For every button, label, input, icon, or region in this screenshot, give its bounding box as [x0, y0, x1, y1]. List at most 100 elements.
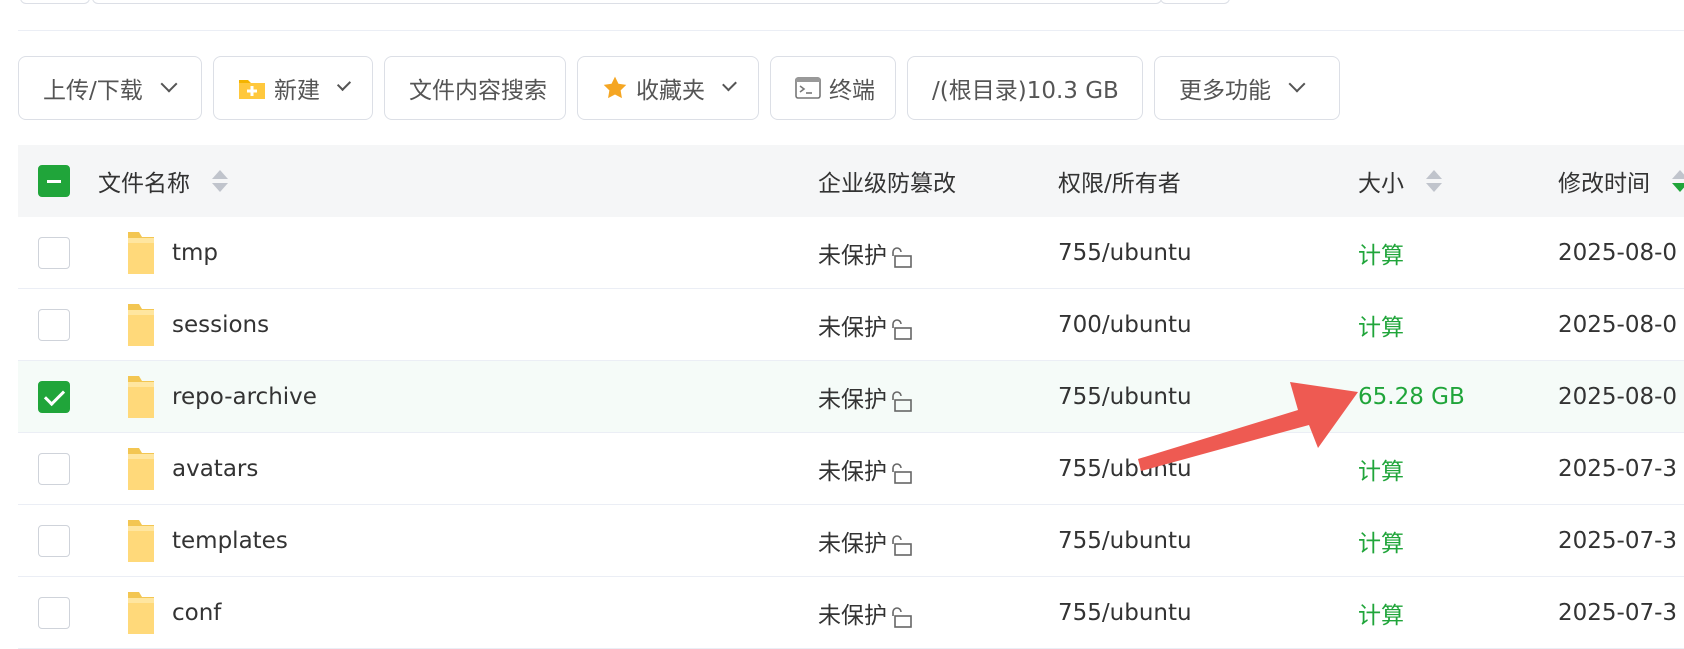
file-name[interactable]: tmp	[172, 240, 218, 266]
size-cell[interactable]: 计算	[1358, 577, 1558, 649]
size-cell[interactable]: 计算	[1358, 505, 1558, 577]
file-name[interactable]: repo-archive	[172, 384, 317, 410]
unlock-icon[interactable]	[891, 390, 913, 412]
header-mtime[interactable]: 修改时间	[1558, 145, 1684, 217]
permission-cell[interactable]: 755/ubuntu	[1058, 577, 1358, 649]
address-refresh-segment[interactable]	[1160, 0, 1230, 4]
protection-cell: 未保护	[818, 505, 1058, 577]
mtime-cell: 2025-08-0	[1558, 289, 1684, 361]
new-folder-icon	[238, 76, 266, 100]
chevron-down-icon	[722, 76, 737, 92]
permission-owner[interactable]: 755/ubuntu	[1058, 240, 1192, 266]
protection-status: 未保护	[818, 459, 887, 485]
row-checkbox[interactable]	[38, 525, 70, 557]
table-row[interactable]: conf 未保护 755/ubuntu 计算 2025-07-3	[18, 577, 1684, 649]
permission-cell[interactable]: 755/ubuntu	[1058, 217, 1358, 289]
more-functions-button[interactable]: 更多功能	[1154, 56, 1340, 120]
file-name[interactable]: sessions	[172, 312, 269, 338]
disk-info-button[interactable]: /(根目录)10.3 GB	[907, 56, 1143, 120]
sort-icon[interactable]	[1672, 170, 1684, 192]
file-name[interactable]: avatars	[172, 456, 258, 482]
name-cell[interactable]: conf	[98, 577, 818, 649]
table-row[interactable]: avatars 未保护 755/ubuntu 计算 2025-07-3	[18, 433, 1684, 505]
permission-cell[interactable]: 755/ubuntu	[1058, 505, 1358, 577]
mtime-cell: 2025-07-3	[1558, 505, 1684, 577]
size-value[interactable]: 计算	[1358, 452, 1404, 486]
address-back-segment[interactable]	[20, 0, 90, 4]
folder-icon	[128, 592, 154, 634]
disk-info-label: /(根目录)10.3 GB	[932, 78, 1119, 104]
size-value[interactable]: 计算	[1358, 596, 1404, 630]
divider	[18, 30, 1684, 31]
permission-owner[interactable]: 755/ubuntu	[1058, 528, 1192, 554]
size-value[interactable]: 计算	[1358, 308, 1404, 342]
unlock-icon[interactable]	[891, 534, 913, 556]
name-cell[interactable]: avatars	[98, 433, 818, 505]
size-value[interactable]: 65.28 GB	[1358, 384, 1465, 410]
chevron-down-icon	[160, 75, 178, 93]
address-path-segment[interactable]	[92, 0, 1162, 4]
folder-icon	[128, 448, 154, 490]
sort-icon[interactable]	[212, 170, 228, 192]
permission-owner[interactable]: 755/ubuntu	[1058, 600, 1192, 626]
terminal-label: 终端	[829, 78, 875, 104]
protection-status: 未保护	[818, 531, 887, 557]
table-row[interactable]: sessions 未保护 700/ubuntu 计算 2025-08-0	[18, 289, 1684, 361]
modified-time: 2025-08-0	[1558, 312, 1678, 338]
chevron-down-icon	[1288, 75, 1306, 93]
sort-icon[interactable]	[1426, 170, 1442, 192]
protection-status: 未保护	[818, 387, 887, 413]
row-checkbox[interactable]	[38, 381, 70, 413]
new-button[interactable]: 新建	[213, 56, 373, 120]
permission-cell[interactable]: 755/ubuntu	[1058, 361, 1358, 433]
favorites-button[interactable]: 收藏夹	[577, 56, 759, 120]
favorites-label: 收藏夹	[636, 78, 705, 104]
content-search-button[interactable]: 文件内容搜索	[384, 56, 566, 120]
table-row[interactable]: tmp 未保护 755/ubuntu 计算 2025-08-0	[18, 217, 1684, 289]
row-checkbox[interactable]	[38, 597, 70, 629]
row-checkbox[interactable]	[38, 237, 70, 269]
select-all-checkbox[interactable]	[38, 165, 70, 197]
row-checkbox[interactable]	[38, 453, 70, 485]
unlock-icon[interactable]	[891, 462, 913, 484]
upload-download-button[interactable]: 上传/下载	[18, 56, 202, 120]
permission-owner[interactable]: 755/ubuntu	[1058, 384, 1192, 410]
name-cell[interactable]: repo-archive	[98, 361, 818, 433]
table-row[interactable]: repo-archive 未保护 755/ubuntu 65.28 GB 202…	[18, 361, 1684, 433]
header-perm: 权限/所有者	[1058, 145, 1358, 217]
header-name[interactable]: 文件名称	[98, 145, 818, 217]
unlock-icon[interactable]	[891, 606, 913, 628]
permission-cell[interactable]: 755/ubuntu	[1058, 433, 1358, 505]
row-check-cell	[38, 577, 72, 649]
row-check-cell	[38, 289, 72, 361]
size-cell[interactable]: 计算	[1358, 289, 1558, 361]
table-row[interactable]: templates 未保护 755/ubuntu 计算 2025-07-3	[18, 505, 1684, 577]
size-value[interactable]: 计算	[1358, 236, 1404, 270]
new-label: 新建	[274, 78, 320, 104]
unlock-icon[interactable]	[891, 246, 913, 268]
header-tamper: 企业级防篡改	[818, 145, 1058, 217]
modified-time: 2025-08-0	[1558, 240, 1678, 266]
terminal-button[interactable]: 终端	[770, 56, 896, 120]
size-cell[interactable]: 计算	[1358, 217, 1558, 289]
more-functions-label: 更多功能	[1179, 78, 1271, 104]
name-cell[interactable]: tmp	[98, 217, 818, 289]
modified-time: 2025-07-3	[1558, 600, 1678, 626]
mtime-cell: 2025-08-0	[1558, 217, 1684, 289]
mtime-cell: 2025-08-0	[1558, 361, 1684, 433]
size-cell[interactable]: 计算	[1358, 433, 1558, 505]
unlock-icon[interactable]	[891, 318, 913, 340]
permission-owner[interactable]: 700/ubuntu	[1058, 312, 1192, 338]
name-cell[interactable]: sessions	[98, 289, 818, 361]
row-check-cell	[38, 505, 72, 577]
address-bar-remnant	[0, 0, 1684, 4]
file-name[interactable]: conf	[172, 600, 221, 626]
permission-owner[interactable]: 755/ubuntu	[1058, 456, 1192, 482]
row-checkbox[interactable]	[38, 309, 70, 341]
header-size[interactable]: 大小	[1358, 145, 1558, 217]
file-name[interactable]: templates	[172, 528, 288, 554]
permission-cell[interactable]: 700/ubuntu	[1058, 289, 1358, 361]
name-cell[interactable]: templates	[98, 505, 818, 577]
size-cell[interactable]: 65.28 GB	[1358, 361, 1558, 433]
size-value[interactable]: 计算	[1358, 524, 1404, 558]
